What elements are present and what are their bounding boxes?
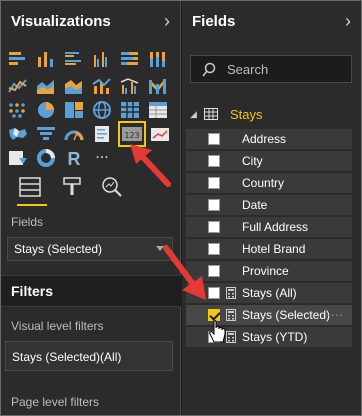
analytics-tab[interactable] bbox=[99, 175, 127, 201]
field-stays-all[interactable]: Stays (All) bbox=[186, 283, 352, 303]
100-column-icon[interactable] bbox=[147, 49, 169, 69]
funnel-icon[interactable] bbox=[35, 124, 57, 144]
field-province[interactable]: Province bbox=[186, 261, 352, 281]
waterfall-icon[interactable] bbox=[7, 100, 29, 120]
fields-well-label: Fields bbox=[11, 215, 44, 229]
kpi-icon[interactable] bbox=[149, 124, 171, 144]
more-options-icon[interactable]: .... bbox=[327, 305, 344, 319]
svg-text:···: ··· bbox=[95, 150, 108, 166]
field-checkbox[interactable] bbox=[208, 243, 220, 255]
filled-map-icon[interactable] bbox=[7, 124, 29, 144]
filters-header: Filters bbox=[1, 275, 181, 307]
field-checkbox[interactable] bbox=[208, 265, 220, 277]
page-level-filters-label: Page level filters bbox=[11, 395, 100, 409]
field-label: Date bbox=[242, 198, 268, 212]
ribbon-icon[interactable] bbox=[147, 76, 169, 96]
filters-title: Filters bbox=[11, 283, 54, 299]
table-icon[interactable] bbox=[119, 100, 141, 120]
chevron-down-icon[interactable] bbox=[156, 246, 164, 251]
donut-icon[interactable] bbox=[35, 148, 57, 168]
fields-well[interactable]: Stays (Selected) bbox=[7, 237, 173, 261]
line-column-icon[interactable] bbox=[91, 76, 113, 96]
field-label: Address bbox=[242, 132, 287, 146]
table-name: Stays bbox=[230, 107, 263, 122]
slicer-icon[interactable] bbox=[7, 148, 29, 168]
calculator-icon bbox=[226, 287, 236, 299]
clustered-column-icon[interactable] bbox=[91, 49, 113, 69]
treemap-icon[interactable] bbox=[63, 100, 85, 120]
visualizations-title: Visualizations bbox=[11, 12, 111, 30]
format-tab[interactable] bbox=[59, 175, 87, 201]
visual-tabs bbox=[1, 173, 181, 207]
field-date[interactable]: Date bbox=[186, 195, 352, 215]
fields-title: Fields bbox=[192, 12, 236, 30]
field-full-address[interactable]: Full Address bbox=[186, 217, 352, 237]
map-icon[interactable] bbox=[91, 100, 113, 120]
100-bar-icon[interactable] bbox=[119, 49, 141, 69]
search-input[interactable]: Search bbox=[227, 62, 268, 77]
svg-text:R: R bbox=[68, 149, 81, 168]
line-chart-icon[interactable] bbox=[7, 76, 29, 96]
fields-tab[interactable] bbox=[17, 175, 45, 201]
field-city[interactable]: City bbox=[186, 151, 352, 171]
multirow-card-icon[interactable] bbox=[91, 124, 113, 144]
field-label: Province bbox=[242, 264, 289, 278]
search-box[interactable]: Search bbox=[190, 55, 352, 83]
visualizations-pane: Visualizations › 123 R ··· Fields Stays … bbox=[1, 1, 181, 415]
svg-text:123: 123 bbox=[124, 131, 139, 140]
stacked-bar-icon[interactable] bbox=[7, 49, 29, 69]
hand-cursor-icon bbox=[209, 320, 226, 343]
field-label: Stays (All) bbox=[242, 286, 297, 300]
field-hotel-brand[interactable]: Hotel Brand bbox=[186, 239, 352, 259]
field-label: Stays (YTD) bbox=[242, 330, 308, 344]
area-chart-icon[interactable] bbox=[35, 76, 57, 96]
field-checkbox[interactable] bbox=[208, 287, 220, 299]
visual-filter-card[interactable]: Stays (Selected)(All) bbox=[5, 341, 173, 371]
visual-level-filters-label: Visual level filters bbox=[11, 319, 104, 333]
field-label: Country bbox=[242, 176, 285, 190]
field-country[interactable]: Country bbox=[186, 173, 352, 193]
matrix-icon[interactable] bbox=[147, 100, 169, 120]
visualizations-header: Visualizations › bbox=[1, 1, 180, 41]
field-label: City bbox=[242, 154, 263, 168]
collapse-chevron-icon[interactable]: › bbox=[164, 11, 170, 32]
fields-pane: Fields › Search ◢ Stays Address City Cou… bbox=[182, 1, 361, 415]
stacked-area-icon[interactable] bbox=[63, 76, 85, 96]
field-address[interactable]: Address bbox=[186, 129, 352, 149]
pie-icon[interactable] bbox=[35, 100, 57, 120]
stacked-column-icon[interactable] bbox=[35, 49, 57, 69]
table-icon bbox=[204, 108, 218, 120]
field-checkbox[interactable] bbox=[208, 155, 220, 167]
fields-well-value: Stays (Selected) bbox=[14, 242, 103, 256]
table-stays[interactable]: ◢ Stays bbox=[188, 105, 348, 125]
expand-triangle-icon[interactable]: ◢ bbox=[190, 109, 197, 120]
visual-filter-value: Stays (Selected)(All) bbox=[12, 350, 122, 364]
collapse-chevron-icon[interactable]: › bbox=[345, 11, 351, 32]
card-icon[interactable]: 123 bbox=[118, 121, 146, 147]
fields-header: Fields › bbox=[182, 1, 361, 41]
line-clustered-icon[interactable] bbox=[119, 76, 141, 96]
more-icon[interactable]: ··· bbox=[91, 148, 113, 168]
r-icon[interactable]: R bbox=[63, 148, 85, 168]
field-checkbox[interactable] bbox=[208, 199, 220, 211]
gauge-icon[interactable] bbox=[63, 124, 85, 144]
field-label: Hotel Brand bbox=[242, 242, 306, 256]
field-label: Stays (Selected) bbox=[242, 308, 331, 322]
clustered-bar-icon[interactable] bbox=[63, 49, 85, 69]
search-icon bbox=[202, 62, 216, 77]
field-checkbox[interactable] bbox=[208, 221, 220, 233]
field-checkbox[interactable] bbox=[208, 133, 220, 145]
field-checkbox[interactable] bbox=[208, 177, 220, 189]
active-tab-indicator bbox=[17, 204, 47, 206]
field-label: Full Address bbox=[242, 220, 309, 234]
